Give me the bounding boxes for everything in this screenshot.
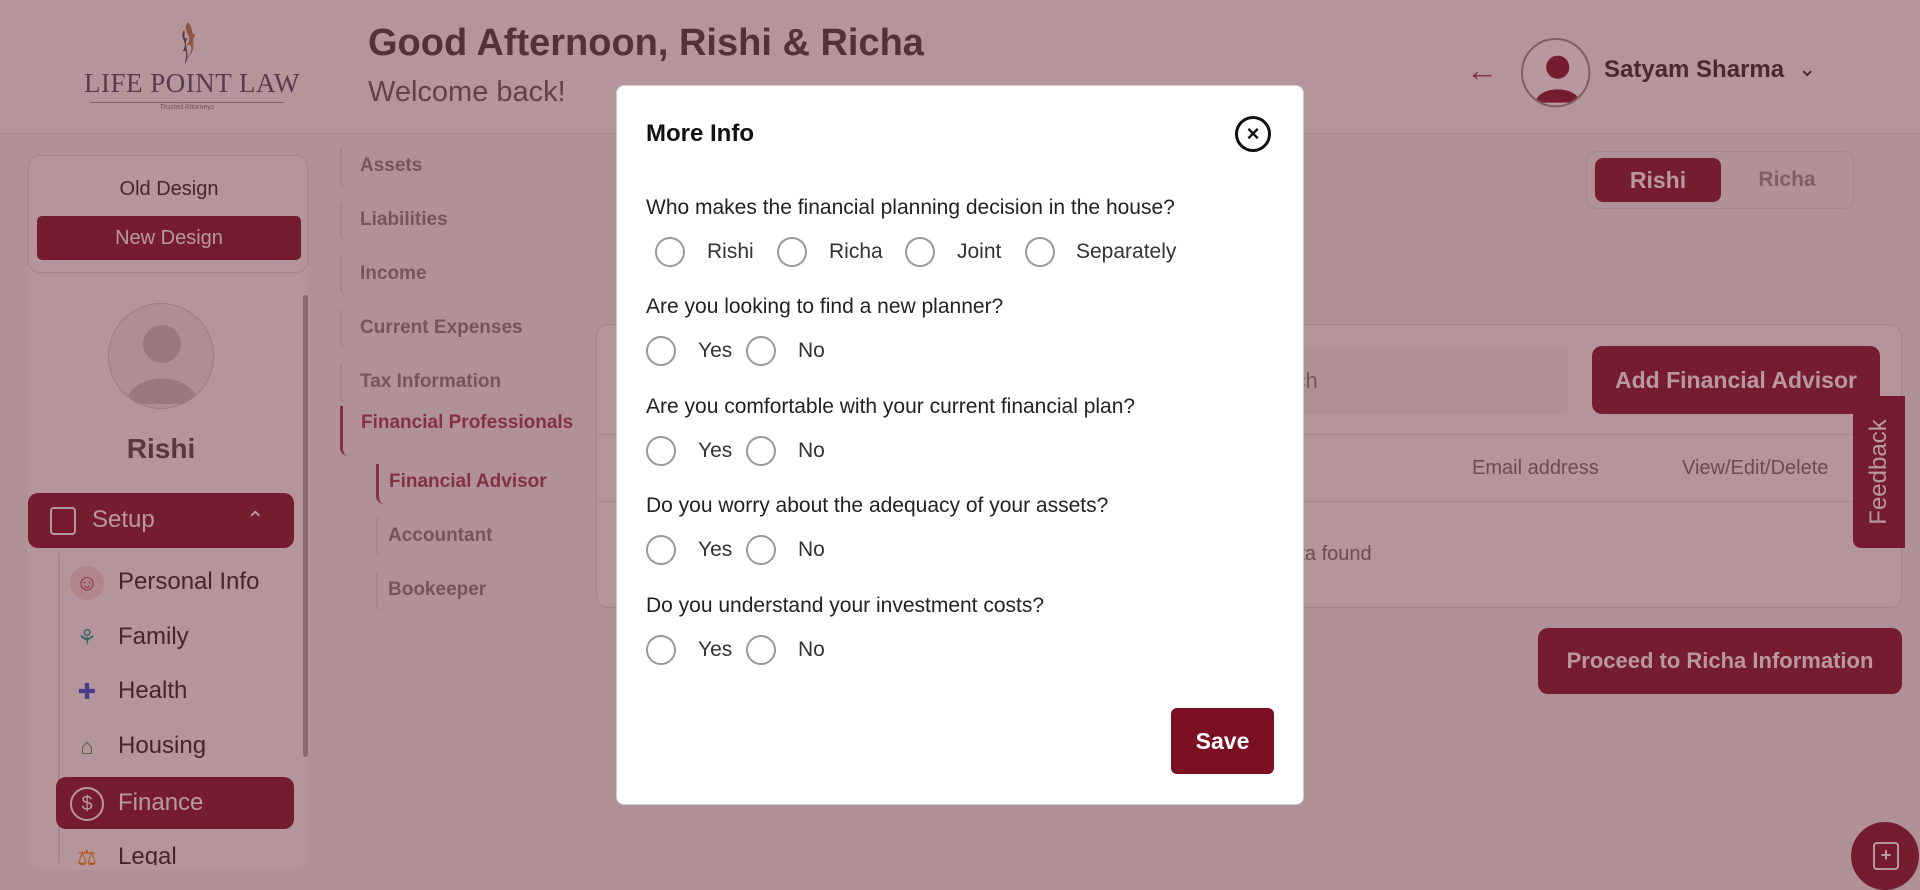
radio-comfortable-no[interactable] xyxy=(746,436,776,466)
save-button[interactable]: Save xyxy=(1171,708,1274,774)
option-label: Rishi xyxy=(707,240,754,263)
question-investment-costs: Do you understand your investment costs? xyxy=(646,594,1045,617)
more-info-modal: More Info × Who makes the financial plan… xyxy=(616,85,1304,805)
option-label: No xyxy=(798,439,825,462)
question-new-planner: Are you looking to find a new planner? xyxy=(646,295,1004,318)
option-label: Yes xyxy=(698,538,733,561)
radio-asset-adequacy-no[interactable] xyxy=(746,535,776,565)
radio-decision-separately[interactable] xyxy=(1025,237,1055,267)
radio-investment-costs-yes[interactable] xyxy=(646,635,676,665)
radio-decision-joint[interactable] xyxy=(905,237,935,267)
option-label: Yes xyxy=(698,439,733,462)
radio-decision-richa[interactable] xyxy=(777,237,807,267)
option-label: Separately xyxy=(1076,240,1177,263)
option-label: Yes xyxy=(698,339,733,362)
question-comfortable-plan: Are you comfortable with your current fi… xyxy=(646,395,1136,418)
question-asset-adequacy: Do you worry about the adequacy of your … xyxy=(646,494,1109,517)
option-label: No xyxy=(798,638,825,661)
option-label: Joint xyxy=(957,240,1002,263)
question-decision-maker: Who makes the financial planning decisio… xyxy=(646,196,1175,219)
option-label: No xyxy=(798,538,825,561)
radio-new-planner-yes[interactable] xyxy=(646,336,676,366)
close-icon[interactable]: × xyxy=(1235,116,1271,152)
radio-asset-adequacy-yes[interactable] xyxy=(646,535,676,565)
option-label: Yes xyxy=(698,638,733,661)
radio-comfortable-yes[interactable] xyxy=(646,436,676,466)
radio-investment-costs-no[interactable] xyxy=(746,635,776,665)
radio-decision-rishi[interactable] xyxy=(655,237,685,267)
option-label: No xyxy=(798,339,825,362)
option-label: Richa xyxy=(829,240,883,263)
radio-new-planner-no[interactable] xyxy=(746,336,776,366)
modal-title: More Info xyxy=(646,120,754,147)
